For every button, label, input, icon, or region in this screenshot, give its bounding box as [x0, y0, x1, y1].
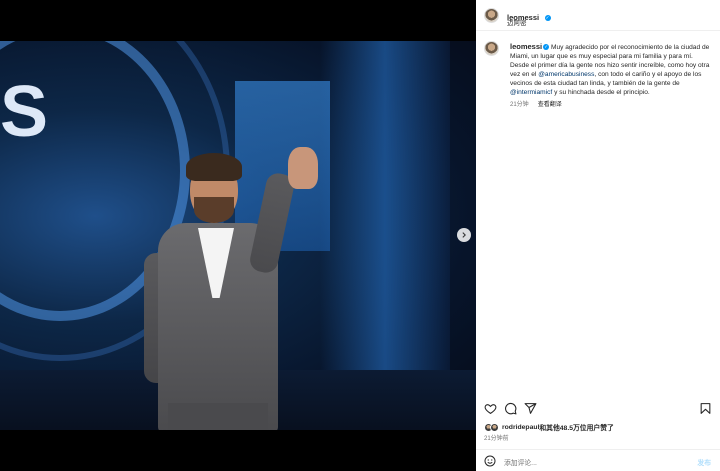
person-hand: [288, 147, 318, 189]
verified-badge-icon: ✓: [544, 15, 551, 21]
post-header: leomessi ✓ 迈阿密: [476, 0, 720, 31]
action-bar: [484, 402, 712, 416]
share-icon[interactable]: [524, 402, 537, 415]
person-hair: [186, 153, 242, 181]
heart-icon[interactable]: [484, 402, 497, 415]
emoji-icon[interactable]: [484, 455, 496, 467]
mention-link[interactable]: @americabusiness: [538, 71, 594, 78]
verified-badge-icon: ✓: [543, 44, 550, 50]
caption-meta: 21分钟 查看翻译: [510, 99, 562, 108]
likes-count-link[interactable]: 和其他48.5万位用户赞了: [539, 422, 613, 432]
liker-avatar: [490, 422, 499, 432]
location-link[interactable]: 迈阿密: [507, 17, 527, 27]
caption-username[interactable]: leomessi: [510, 42, 542, 51]
post-comment-button[interactable]: 发布: [697, 457, 711, 467]
avatar[interactable]: [484, 8, 499, 23]
liker-username[interactable]: rodridepaul: [502, 424, 539, 431]
post-side-panel: leomessi ✓ 迈阿密 leomessi ✓ Muy agradecido …: [476, 0, 720, 471]
comment-input[interactable]: 添加评论...: [504, 457, 537, 467]
person-legs: [168, 403, 268, 430]
bookmark-icon[interactable]: [699, 402, 712, 415]
backdrop-letter: S: [0, 72, 51, 152]
comment-bar: 添加评论... 发布: [476, 449, 720, 471]
post-modal: S leomessi ✓ 迈阿密 leomessi ✓ Muy agradeci…: [0, 0, 720, 471]
caption-time: 21分钟: [510, 102, 529, 108]
avatar[interactable]: [484, 41, 499, 56]
caption-text: y su hinchada desde el principio.: [552, 89, 650, 97]
post-timestamp: 21分钟前: [484, 436, 509, 442]
chevron-right-icon[interactable]: [457, 228, 471, 242]
post-caption: leomessi ✓ Muy agradecido por el reconoci…: [510, 42, 710, 98]
person-figure: [140, 113, 340, 430]
post-photo[interactable]: S: [0, 41, 476, 430]
person-beard: [194, 197, 234, 223]
mention-link[interactable]: @intermiamicf: [510, 89, 552, 96]
comment-icon[interactable]: [504, 402, 517, 415]
translate-link[interactable]: 查看翻译: [538, 99, 562, 108]
likes-summary: rodridepaul 和其他48.5万位用户赞了: [484, 422, 614, 432]
